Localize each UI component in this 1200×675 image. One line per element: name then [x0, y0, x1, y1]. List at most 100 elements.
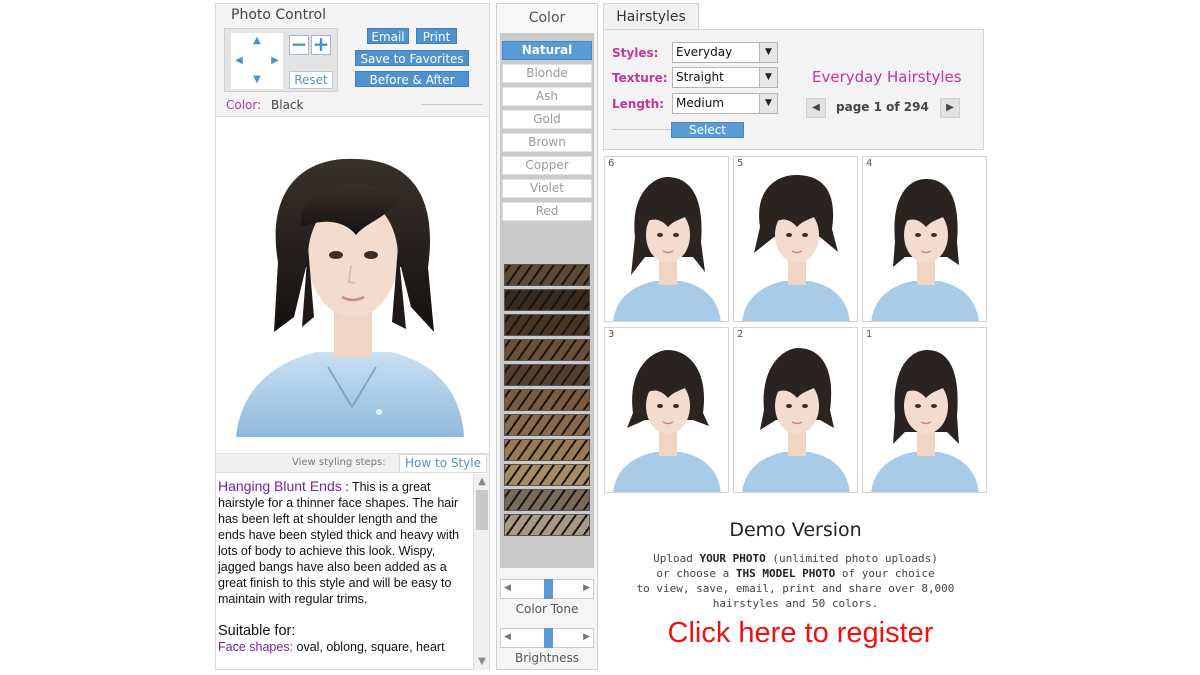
- slider-left-icon[interactable]: ◀: [504, 583, 511, 593]
- demo-line-3: to view, save, email, print and share ov…: [636, 582, 955, 595]
- select-button[interactable]: Select: [671, 122, 744, 138]
- suitable-for-heading: Suitable for:: [218, 623, 296, 639]
- save-to-favorites-button[interactable]: Save to Favorites: [355, 50, 469, 66]
- texture-select[interactable]: Straight ▼: [672, 67, 778, 88]
- email-button[interactable]: Email: [367, 28, 409, 44]
- texture-value: Straight: [676, 70, 724, 84]
- divider: [421, 104, 483, 105]
- style-name: Hanging Blunt Ends: [218, 478, 342, 494]
- hair-color-swatch[interactable]: [504, 314, 590, 336]
- current-color: Color: Black: [226, 98, 303, 112]
- color-option-violet[interactable]: Violet: [502, 179, 592, 198]
- color-option-copper[interactable]: Copper: [502, 156, 592, 175]
- register-link[interactable]: Click here to register: [603, 617, 998, 650]
- view-styling-steps: View styling steps: How to Style: [216, 453, 489, 473]
- styles-value: Everyday: [676, 45, 733, 59]
- arrow-down-icon[interactable]: ▼: [251, 75, 263, 85]
- photo-control-title: Photo Control: [231, 7, 326, 23]
- zoom-out-button[interactable]: −: [289, 34, 309, 55]
- direction-pad: ▲ ◀ ▶ ▼: [231, 33, 283, 89]
- chevron-down-icon[interactable]: ▼: [759, 43, 777, 62]
- pagination: ◀ page 1 of 294 ▶: [806, 97, 960, 119]
- length-select[interactable]: Medium ▼: [672, 93, 778, 114]
- thumbnail-number: 2: [737, 329, 744, 340]
- hair-color-swatch[interactable]: [504, 464, 590, 486]
- arrow-left-icon[interactable]: ◀: [233, 56, 245, 66]
- hairstyle-thumbnail[interactable]: 4: [862, 156, 987, 322]
- color-option-red[interactable]: Red: [502, 202, 592, 221]
- page-indicator: page 1 of 294: [836, 100, 929, 114]
- chevron-down-icon[interactable]: ▼: [759, 94, 777, 113]
- tab-hairstyles[interactable]: Hairstyles: [603, 3, 699, 30]
- hairstyle-thumbnail[interactable]: 5: [733, 156, 858, 322]
- chevron-down-icon[interactable]: ▼: [759, 68, 777, 87]
- hair-color-swatch[interactable]: [504, 489, 590, 511]
- demo-text-segment: Upload: [653, 552, 700, 565]
- demo-emphasis: YOUR PHOTO: [699, 552, 766, 565]
- next-page-icon[interactable]: ▶: [940, 98, 960, 118]
- hairstyle-filters: Styles: Everyday ▼ Texture: Straight ▼ L…: [603, 29, 984, 150]
- color-option-natural[interactable]: Natural: [502, 41, 592, 60]
- model-portrait: [236, 158, 464, 437]
- color-options: Natural Blonde Ash Gold Brown Copper Violet Red: [500, 33, 594, 568]
- arrow-right-icon[interactable]: ▶: [269, 56, 281, 66]
- hairstyle-preview: [613, 177, 721, 321]
- description-body: : This is a great hairstyle for a thinne…: [218, 480, 460, 606]
- hair-color-swatch[interactable]: [504, 389, 590, 411]
- hair-color-swatch[interactable]: [504, 264, 590, 286]
- hair-color-swatch[interactable]: [504, 439, 590, 461]
- color-option-ash[interactable]: Ash: [502, 87, 592, 106]
- slider-left-icon[interactable]: ◀: [504, 632, 511, 642]
- color-option-blonde[interactable]: Blonde: [502, 64, 592, 83]
- brightness-slider[interactable]: ◀ ▶: [500, 628, 594, 648]
- hair-color-swatch[interactable]: [504, 514, 590, 536]
- how-to-style-button[interactable]: How to Style: [399, 454, 487, 473]
- color-tone-slider[interactable]: ◀ ▶: [500, 579, 594, 599]
- slider-right-icon[interactable]: ▶: [583, 583, 590, 593]
- slider-right-icon[interactable]: ▶: [583, 632, 590, 642]
- description-text: Hanging Blunt Ends : This is a great hai…: [218, 478, 468, 655]
- description-scrollbar[interactable]: ▲ ▼: [473, 474, 489, 670]
- demo-text-segment: (unlimited photo uploads): [765, 552, 938, 565]
- position-control: ▲ ◀ ▶ ▼ − + Reset: [224, 28, 338, 92]
- hairstyle-thumbnail[interactable]: 1: [862, 327, 987, 493]
- print-button[interactable]: Print: [416, 28, 457, 44]
- scroll-thumb[interactable]: [476, 490, 488, 530]
- color-label: Color:: [226, 98, 262, 112]
- scroll-down-icon[interactable]: ▼: [476, 656, 488, 668]
- face-shapes: Face shapes: oval, oblong, square, heart: [218, 639, 468, 655]
- demo-emphasis: THS MODEL PHOTO: [735, 567, 836, 580]
- hairstyle-preview: [742, 175, 850, 321]
- view-steps-label: View styling steps:: [292, 457, 386, 468]
- hairstyle-thumbnail[interactable]: 3: [604, 327, 729, 493]
- color-tone-thumb[interactable]: [544, 579, 553, 599]
- hairstyle-thumbnail[interactable]: 6: [604, 156, 729, 322]
- thumbnail-number: 5: [737, 158, 744, 169]
- texture-label: Texture:: [612, 71, 668, 85]
- hair-color-swatch[interactable]: [504, 339, 590, 361]
- model-photo: [216, 117, 489, 453]
- before-after-button[interactable]: Before & After: [355, 71, 469, 87]
- hair-color-swatch[interactable]: [504, 364, 590, 386]
- color-option-gold[interactable]: Gold: [502, 110, 592, 129]
- face-shapes-value: oval, oblong, square, heart: [293, 640, 445, 654]
- zoom-in-button[interactable]: +: [311, 34, 331, 55]
- demo-description: Upload YOUR PHOTO (unlimited photo uploa…: [633, 551, 958, 611]
- arrow-up-icon[interactable]: ▲: [251, 36, 263, 46]
- hair-color-swatch[interactable]: [504, 289, 590, 311]
- hairstyle-preview: [613, 350, 721, 492]
- brightness-label: Brightness: [515, 651, 579, 665]
- prev-page-icon[interactable]: ◀: [806, 98, 826, 118]
- styles-select[interactable]: Everyday ▼: [672, 42, 778, 63]
- brightness-thumb[interactable]: [544, 628, 553, 648]
- reset-button[interactable]: Reset: [289, 71, 333, 89]
- length-value: Medium: [676, 96, 724, 110]
- demo-line-1: Upload YOUR PHOTO (unlimited photo uploa…: [633, 551, 958, 566]
- scroll-up-icon[interactable]: ▲: [476, 476, 488, 488]
- color-panel: Color Natural Blonde Ash Gold Brown Copper Vio…: [496, 3, 598, 670]
- thumbnail-number: 3: [608, 329, 615, 340]
- hairstyle-thumbnail[interactable]: 2: [733, 327, 858, 493]
- demo-title: Demo Version: [729, 519, 862, 541]
- hair-color-swatch[interactable]: [504, 414, 590, 436]
- color-option-brown[interactable]: Brown: [502, 133, 592, 152]
